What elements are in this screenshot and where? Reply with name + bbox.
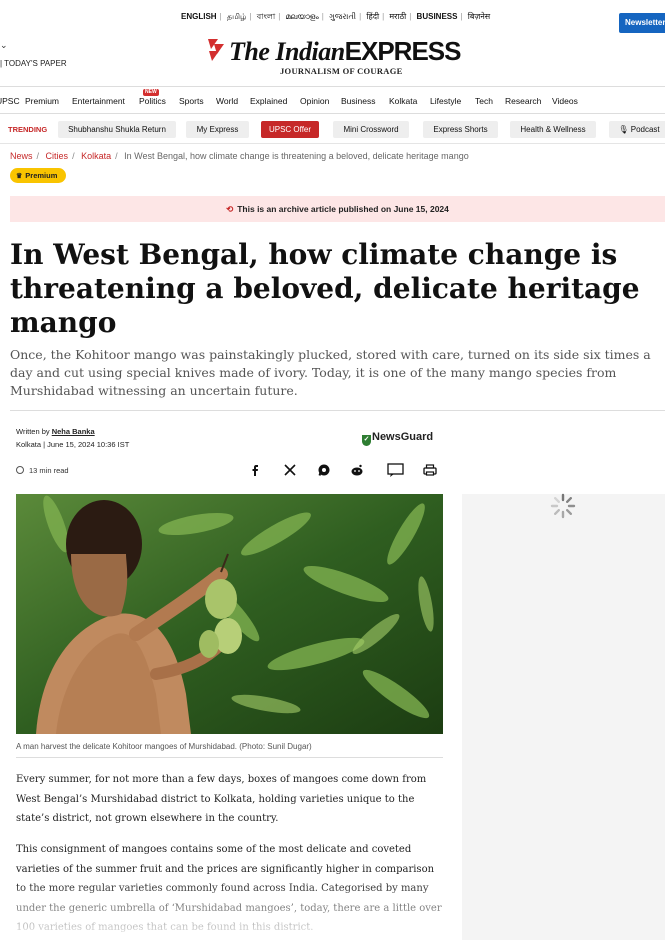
breadcrumb-current: In West Bengal, how climate change is th… [124, 151, 469, 161]
shield-check-icon: ✓ [362, 435, 371, 446]
lang-business-hindi[interactable]: बिज़नेस [468, 11, 490, 22]
premium-badge: ♛ Premium [10, 168, 66, 183]
trending-chip[interactable]: My Express [186, 121, 249, 138]
breadcrumb-news[interactable]: News [10, 151, 33, 161]
article-headline: In West Bengal, how climate change is th… [10, 238, 640, 339]
breadcrumb: News / Cities / Kolkata / In West Bengal, h… [10, 151, 469, 161]
comment-icon[interactable] [386, 462, 406, 478]
logo-wordmark: The IndianEXPRESS [229, 36, 461, 66]
lang-marathi[interactable]: मराठी [389, 11, 406, 22]
nav-politics[interactable]: NEW Politics [139, 89, 166, 106]
print-icon[interactable] [422, 462, 438, 478]
paywall-fade [0, 880, 460, 940]
divider [16, 757, 443, 758]
tagline: JOURNALISM OF COURAGE [280, 66, 403, 76]
history-icon: ⟲ [226, 204, 234, 214]
trending-chip[interactable]: Shubhanshu Shukla Return [58, 121, 176, 138]
trending-label: TRENDING [8, 125, 48, 134]
main-nav: UPSC Premium Entertainment NEWPolitics S… [0, 86, 665, 114]
dateline: Kolkata | June 15, 2024 10:36 IST [16, 440, 130, 449]
hero-image [16, 494, 443, 734]
nav-premium[interactable]: Premium [25, 96, 59, 106]
language-bar: ENGLISH | தமிழ் | বাংলা | മലയാളം | ગુજરાતી | … [0, 8, 665, 33]
ad-slot [462, 494, 665, 940]
article-standfirst: Once, the Kohitoor mango was painstaking… [10, 347, 651, 398]
new-badge: NEW [143, 89, 159, 96]
microphone-icon: 🎙 [618, 125, 631, 134]
crown-icon: ♛ [16, 173, 23, 180]
x-icon[interactable] [282, 462, 298, 478]
nav-kolkata[interactable]: Kolkata [389, 96, 417, 106]
read-time: 13 min read [16, 466, 69, 475]
newsguard-badge[interactable]: ✓ NewsGuard [362, 431, 433, 446]
nav-business[interactable]: Business [341, 96, 376, 106]
clock-icon [16, 466, 24, 474]
divider [10, 410, 665, 411]
author-link[interactable]: Neha Banka [52, 427, 95, 436]
reddit-icon[interactable] [349, 462, 365, 478]
trending-chip-podcast[interactable]: 🎙 Podcast [609, 121, 665, 138]
archive-notice: ⟲ This is an archive article published on… [10, 196, 665, 222]
trending-bar: TRENDING Shubhanshu Shukla Return My Exp… [0, 114, 665, 144]
nav-entertainment[interactable]: Entertainment [72, 96, 125, 106]
masthead: ⌄ | TODAY'S PAPER The IndianEXPRESS JOUR… [0, 26, 665, 86]
nav-videos[interactable]: Videos [552, 96, 578, 106]
trending-chip[interactable]: Health & Wellness [510, 121, 596, 138]
image-caption: A man harvest the delicate Kohitoor mang… [16, 742, 312, 751]
nav-research[interactable]: Research [505, 96, 541, 106]
chevron-down-icon[interactable]: ⌄ [0, 40, 8, 51]
flame-logo-icon [208, 39, 224, 61]
loading-spinner-icon [550, 493, 576, 519]
lang-business[interactable]: BUSINESS [417, 12, 458, 21]
lang-tamil[interactable]: தமிழ் [227, 12, 247, 22]
nav-lifestyle[interactable]: Lifestyle [430, 96, 461, 106]
breadcrumb-cities[interactable]: Cities [46, 151, 69, 161]
whatsapp-icon[interactable] [316, 462, 332, 478]
lang-malayalam[interactable]: മലയാളം [286, 12, 319, 22]
nav-tech[interactable]: Tech [475, 96, 493, 106]
nav-explained[interactable]: Explained [250, 96, 287, 106]
lang-bangla[interactable]: বাংলা [257, 11, 276, 24]
article-paragraph: Every summer, for not more than a few da… [16, 774, 427, 824]
nav-world[interactable]: World [216, 96, 238, 106]
nav-opinion[interactable]: Opinion [300, 96, 329, 106]
site-logo[interactable]: The IndianEXPRESS JOURNALISM OF COURAGE [205, 34, 475, 78]
lang-gujarati[interactable]: ગુજરાતી [329, 12, 356, 22]
trending-chip-upsc-offer[interactable]: UPSC Offer [261, 121, 319, 138]
language-list: ENGLISH | தமிழ் | বাংলা | മലയാളം | ગુજરાતી | … [181, 11, 490, 24]
byline: Written by Neha Banka [16, 427, 95, 436]
breadcrumb-kolkata[interactable]: Kolkata [81, 151, 111, 161]
lang-hindi[interactable]: हिंदी [366, 11, 379, 22]
facebook-icon[interactable] [247, 462, 263, 478]
lang-english[interactable]: ENGLISH [181, 12, 217, 21]
nav-upsc[interactable]: UPSC [0, 96, 20, 106]
trending-chip[interactable]: Express Shorts [423, 121, 498, 138]
nav-sports[interactable]: Sports [179, 96, 204, 106]
trending-chip[interactable]: Mini Crossword [333, 121, 409, 138]
todays-paper-link[interactable]: | TODAY'S PAPER [0, 59, 67, 68]
